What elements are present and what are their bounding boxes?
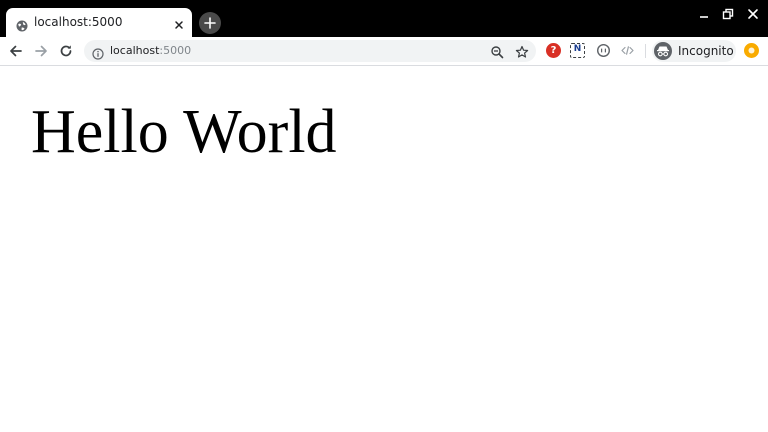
code-icon[interactable] [620, 43, 635, 58]
arrow-left-icon [10, 45, 22, 57]
close-window-button[interactable] [746, 7, 760, 21]
plus-icon [204, 17, 216, 29]
star-icon[interactable] [515, 44, 529, 58]
forward-button[interactable] [32, 42, 50, 60]
minimize-icon [700, 16, 708, 18]
url-port: :5000 [159, 44, 192, 57]
orange-circle-icon[interactable] [744, 43, 759, 58]
url-host: localhost [110, 44, 160, 57]
page-viewport: Hello World [0, 66, 768, 432]
help-icon[interactable]: ? [546, 43, 561, 58]
close-icon[interactable] [173, 16, 185, 29]
arrow-right-icon [35, 45, 47, 57]
url-text[interactable]: localhost:5000 [110, 44, 191, 58]
profile-button[interactable]: Incognito [652, 40, 736, 62]
page-heading: Hello World [31, 98, 337, 166]
toolbar: localhost:5000 ? N Incognito [0, 37, 768, 66]
globe-icon [16, 17, 28, 32]
info-icon[interactable] [92, 45, 104, 60]
reload-button[interactable] [57, 42, 75, 60]
zoom-out-icon[interactable] [490, 44, 504, 59]
active-tab[interactable]: localhost:5000 [6, 8, 192, 37]
tab-strip: localhost:5000 [0, 0, 768, 37]
close-icon [748, 9, 758, 19]
minimize-button[interactable] [697, 7, 711, 21]
back-button[interactable] [7, 42, 25, 60]
new-tab-button[interactable] [199, 12, 221, 34]
profile-label: Incognito [678, 44, 734, 58]
circle-icon[interactable] [596, 43, 611, 58]
incognito-icon [654, 42, 672, 60]
restore-button[interactable] [721, 7, 735, 21]
restore-icon [722, 8, 734, 20]
address-bar[interactable]: localhost:5000 [84, 40, 536, 62]
browser-window: localhost:5000 localhost:5000 ? N Incogn… [0, 0, 768, 432]
n-icon[interactable]: N [570, 43, 585, 58]
toolbar-separator [645, 44, 646, 58]
reload-icon [60, 45, 72, 57]
tab-title: localhost:5000 [34, 15, 123, 29]
